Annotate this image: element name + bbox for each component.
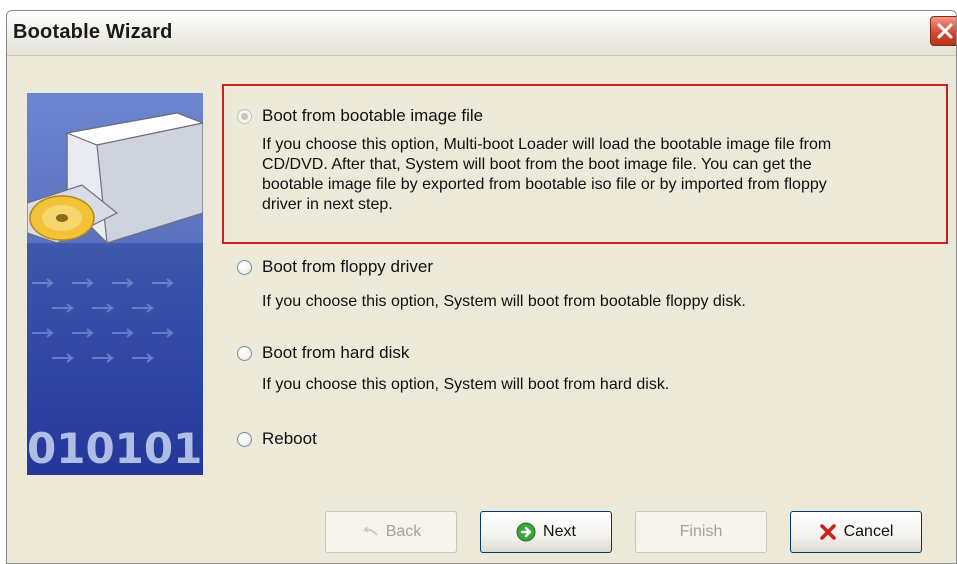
description-line: If you choose this option, Multi-boot Lo…: [262, 136, 832, 153]
close-x-icon: [937, 23, 953, 39]
cd-drive-illustration: 0101010: [27, 93, 203, 473]
description-line: bootable image file by exported from boo…: [262, 176, 827, 193]
bootable-wizard-window: Bootable Wizard 010101 Boot from bootabl…: [6, 10, 957, 564]
radio-floppy[interactable]: [237, 259, 252, 275]
option-boot-image-description: If you choose this option, Multi-boot Lo…: [262, 135, 942, 215]
window-title: Bootable Wizard: [13, 21, 173, 43]
back-button-label: Back: [385, 523, 422, 540]
option-hard-disk-label: Boot from hard disk: [262, 343, 410, 362]
next-button[interactable]: Next: [480, 511, 612, 553]
option-reboot[interactable]: Reboot: [237, 429, 317, 449]
cancel-x-icon: [819, 523, 837, 541]
side-digits: 0101010: [27, 424, 203, 473]
radio-hard-disk[interactable]: [237, 345, 252, 361]
next-button-label: Next: [543, 523, 576, 540]
option-floppy-description: If you choose this option, System will b…: [262, 292, 746, 312]
description-line: driver in next step.: [262, 196, 393, 213]
option-reboot-label: Reboot: [262, 429, 317, 448]
radio-reboot[interactable]: [237, 431, 252, 447]
description-line: If you choose this option, System will b…: [262, 293, 746, 310]
back-arrow-icon: [361, 526, 379, 538]
side-illustration: 0101010: [27, 93, 203, 475]
option-floppy[interactable]: Boot from floppy driver: [237, 257, 433, 277]
finish-button[interactable]: Finish: [635, 511, 767, 553]
cancel-button-label: Cancel: [843, 523, 894, 540]
description-line: If you choose this option, System will b…: [262, 376, 670, 393]
option-hard-disk-description: If you choose this option, System will b…: [262, 375, 669, 395]
back-button[interactable]: Back: [325, 511, 457, 553]
title-bar[interactable]: Bootable Wizard: [7, 11, 956, 56]
radio-boot-image[interactable]: [237, 108, 252, 124]
close-button[interactable]: [930, 16, 956, 46]
option-floppy-label: Boot from floppy driver: [262, 257, 434, 276]
option-boot-image[interactable]: Boot from bootable image file: [237, 106, 483, 126]
option-boot-image-label: Boot from bootable image file: [262, 106, 484, 125]
description-line: CD/DVD. After that, System will boot fro…: [262, 156, 812, 173]
next-arrow-icon: [516, 522, 536, 542]
option-hard-disk[interactable]: Boot from hard disk: [237, 343, 409, 363]
finish-button-label: Finish: [679, 523, 723, 540]
cancel-button[interactable]: Cancel: [790, 511, 922, 553]
